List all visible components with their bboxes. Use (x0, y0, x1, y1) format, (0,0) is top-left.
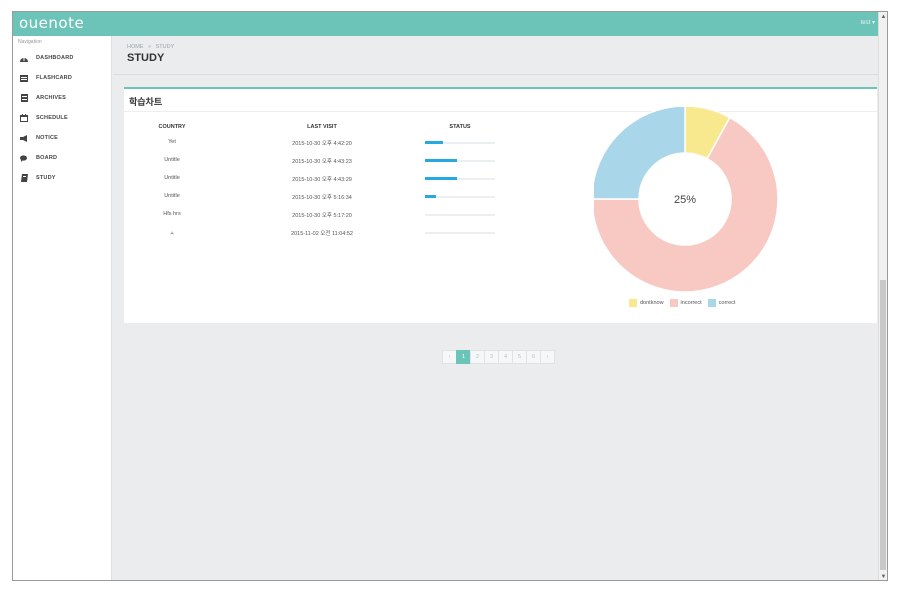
sidebar-item-board[interactable]: BOARD (13, 148, 112, 168)
breadcrumb-home[interactable]: HOME (127, 44, 144, 50)
country-cell: ㅅ (169, 231, 175, 237)
status-progress (425, 177, 495, 180)
country-cell: Untitle (164, 193, 180, 199)
status-progress-fill (425, 141, 444, 144)
status-progress (425, 232, 495, 234)
sidebar-item-label: SCHEDULE (36, 115, 68, 121)
dashboard-icon (20, 54, 28, 62)
pagination-page-6[interactable]: 6 (526, 350, 541, 364)
legend-label: dontknow (640, 300, 664, 306)
sidebar: Navigation DASHBOARD FLASHCARD ARCHIVES … (13, 36, 112, 580)
user-menu[interactable]: test ▾ (861, 19, 875, 26)
app-logo[interactable]: ouenote (19, 14, 84, 32)
sidebar-item-dashboard[interactable]: DASHBOARD (13, 48, 112, 68)
donut-center-label: 25% (674, 194, 696, 206)
column-header-country: COUNTRY (158, 124, 186, 130)
sidebar-item-notice[interactable]: NOTICE (13, 128, 112, 148)
sidebar-item-archives[interactable]: ARCHIVES (13, 88, 112, 108)
book-icon (20, 174, 28, 182)
status-progress (425, 159, 495, 162)
scroll-down-icon[interactable]: ▼ (879, 572, 887, 580)
top-navbar: ouenote test ▾ (13, 12, 887, 36)
breadcrumb: HOME » STUDY (127, 44, 174, 50)
page-scrollbar[interactable]: ▲ ▼ (878, 12, 887, 580)
legend-item-incorrect: incorrect (669, 299, 702, 307)
pagination-page-1[interactable]: 1 (456, 350, 471, 364)
legend-swatch (669, 299, 678, 307)
legend-swatch (707, 299, 716, 307)
sidebar-item-label: FLASHCARD (36, 75, 73, 81)
sidebar-item-label: STUDY (36, 175, 56, 181)
country-cell: Untitle (164, 157, 180, 163)
pagination-page-5[interactable]: 5 (512, 350, 527, 364)
calendar-icon (20, 114, 28, 122)
card-title: 학습차트 (129, 97, 163, 107)
column-header-last-visit: LAST VISIT (307, 124, 337, 130)
table-row: Hfs hrs 2015-10-30 오후 5:17:20 (124, 207, 524, 225)
column-header-status: STATUS (449, 124, 471, 130)
status-progress (425, 214, 495, 216)
last-visit-cell: 2015-11-02 오전 11:04:52 (291, 231, 353, 237)
status-progress (425, 195, 495, 198)
status-progress-fill (425, 177, 458, 180)
country-cell: Yet (168, 139, 176, 145)
status-progress-fill (425, 195, 437, 198)
pagination-prev[interactable]: ‹ (442, 350, 457, 364)
comments-icon (20, 154, 28, 162)
sidebar-item-study[interactable]: STUDY (13, 168, 112, 188)
legend-item-correct: correct (707, 299, 736, 307)
last-visit-cell: 2015-10-30 오후 5:17:20 (292, 213, 352, 219)
table-row: Untitle 2015-10-30 오후 4:43:23 (124, 153, 524, 171)
scroll-up-icon[interactable]: ▲ (879, 12, 887, 22)
chart-legend: dontknow incorrect correct (629, 299, 735, 307)
legend-label: incorrect (680, 300, 702, 306)
last-visit-cell: 2015-10-30 오후 5:16:34 (292, 195, 352, 201)
sidebar-item-flashcard[interactable]: FLASHCARD (13, 68, 112, 88)
legend-label: correct (718, 300, 736, 306)
page-title: STUDY (127, 52, 165, 64)
divider (113, 74, 879, 75)
legend-item-dontknow: dontknow (629, 299, 664, 307)
pagination-page-4[interactable]: 4 (498, 350, 513, 364)
sidebar-item-label: NOTICE (36, 135, 58, 141)
donut-chart: 25% (594, 107, 779, 293)
donut-slice-correct[interactable] (594, 107, 686, 200)
megaphone-icon (20, 134, 28, 142)
country-cell: Hfs hrs (163, 211, 181, 217)
main-content: HOME » STUDY STUDY 학습차트 COUNTRY LAST VIS… (113, 36, 879, 580)
sidebar-item-label: BOARD (36, 155, 58, 161)
table-row: ㅅ 2015-11-02 오전 11:04:52 (124, 225, 524, 243)
flashcard-icon (20, 74, 28, 82)
scroll-thumb[interactable] (880, 280, 886, 570)
table-row: Untitle 2015-10-30 오후 5:16:34 (124, 189, 524, 207)
last-visit-cell: 2015-10-30 오후 4:43:29 (292, 177, 352, 183)
status-progress (425, 141, 495, 144)
last-visit-cell: 2015-10-30 오후 4:42:20 (292, 141, 352, 147)
pagination-page-2[interactable]: 2 (470, 350, 485, 364)
sidebar-item-label: DASHBOARD (36, 55, 74, 61)
country-cell: Untitle (164, 175, 180, 181)
sidebar-item-label: ARCHIVES (36, 95, 67, 101)
archive-icon (20, 94, 28, 102)
sidebar-item-schedule[interactable]: SCHEDULE (13, 108, 112, 128)
legend-swatch (629, 299, 637, 307)
pagination-page-3[interactable]: 3 (484, 350, 499, 364)
sidebar-heading: Navigation (18, 39, 42, 45)
study-chart-card: 학습차트 COUNTRY LAST VISIT STATUS Yet 2015-… (124, 87, 877, 323)
table-row: Untitle 2015-10-30 오후 4:43:29 (124, 171, 524, 189)
browser-frame: ouenote test ▾ Navigation DASHBOARD FLAS… (12, 11, 888, 581)
breadcrumb-separator: » (148, 44, 152, 50)
pagination: ‹ 1 2 3 4 5 6 › (442, 350, 555, 364)
pagination-next[interactable]: › (540, 350, 555, 364)
status-progress-fill (425, 159, 458, 162)
last-visit-cell: 2015-10-30 오후 4:43:23 (292, 159, 352, 165)
table-row: Yet 2015-10-30 오후 4:42:20 (124, 135, 524, 153)
breadcrumb-current: STUDY (155, 44, 175, 50)
